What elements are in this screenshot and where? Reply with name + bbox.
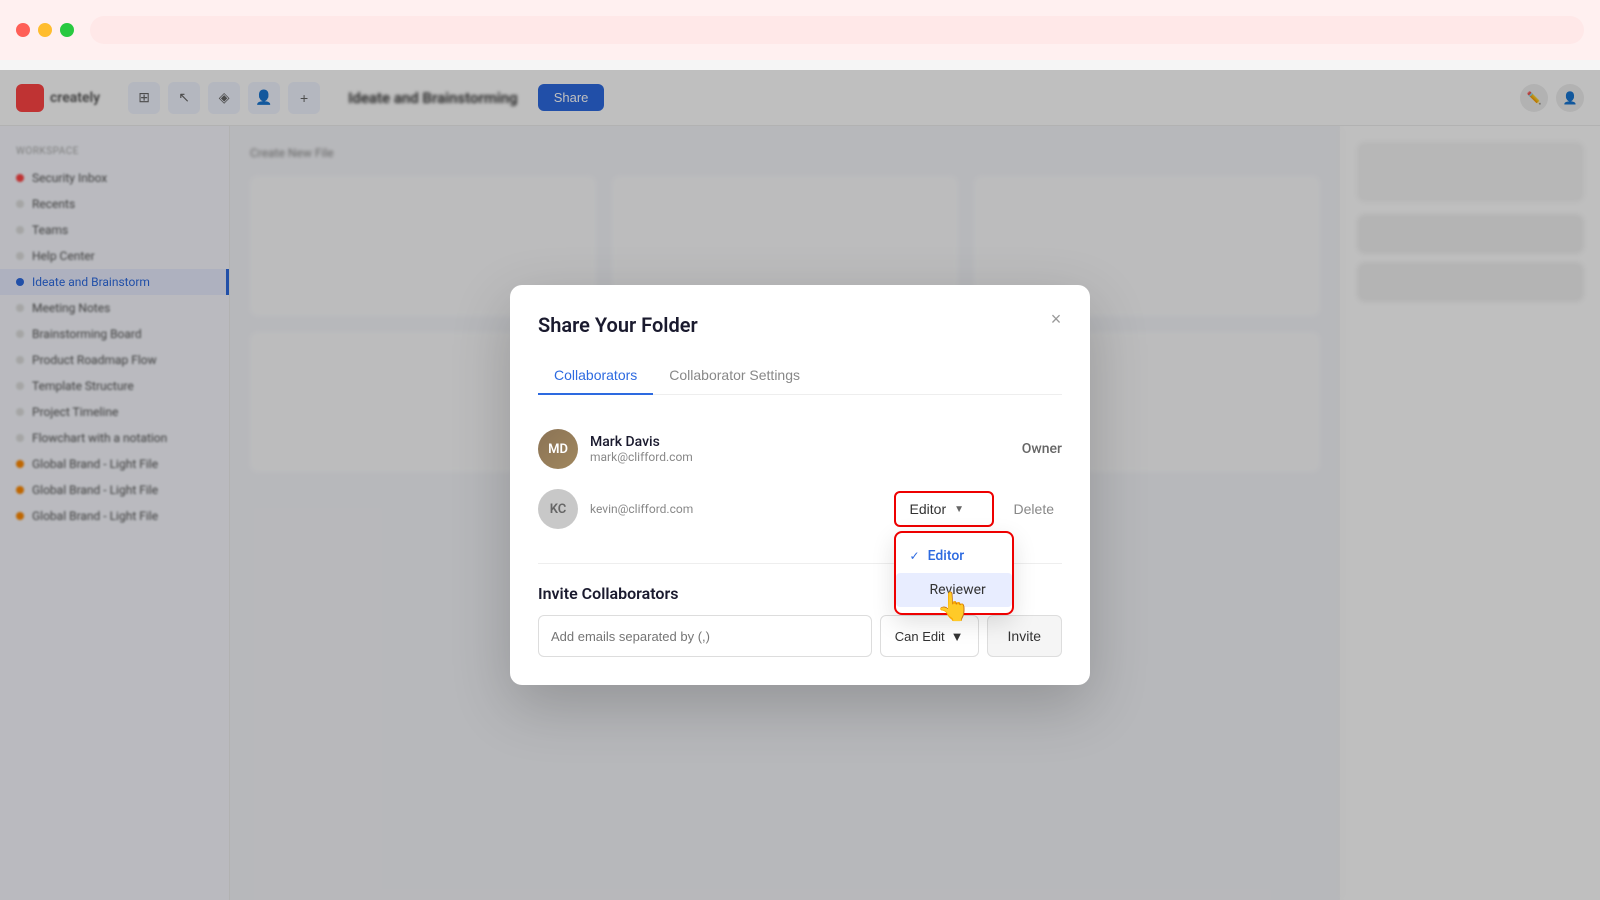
role-dropdown-menu: ✓ Editor Reviewer 👆 xyxy=(894,531,1014,615)
share-folder-modal: Share Your Folder × Collaborators Collab… xyxy=(510,285,1090,685)
modal-tabs: Collaborators Collaborator Settings xyxy=(538,357,1062,395)
role-current-label: Editor xyxy=(910,501,947,517)
check-icon: ✓ xyxy=(910,549,920,563)
collab-role-mark: Owner xyxy=(1022,441,1062,457)
collab-info-kevin: kevin@clifford.com xyxy=(590,502,882,516)
role-dropdown-kevin: Editor ▼ ✓ Editor Reviewer xyxy=(894,491,994,527)
collaborator-row-mark: MD Mark Davis mark@clifford.com Owner xyxy=(538,419,1062,479)
modal-title: Share Your Folder xyxy=(538,313,1062,337)
role-option-editor-label: Editor xyxy=(928,548,965,564)
role-option-reviewer-label: Reviewer xyxy=(930,582,986,598)
can-edit-chevron-icon: ▼ xyxy=(951,629,964,644)
invite-email-input[interactable] xyxy=(538,615,872,657)
tab-collaborator-settings[interactable]: Collaborator Settings xyxy=(653,357,816,395)
invite-row: Can Edit ▼ Invite xyxy=(538,615,1062,657)
avatar-kevin: KC xyxy=(538,489,578,529)
collaborator-row-kevin: KC kevin@clifford.com Editor ▼ ✓ Ed xyxy=(538,479,1062,539)
collab-info-mark: Mark Davis mark@clifford.com xyxy=(590,434,1010,464)
collab-email-mark: mark@clifford.com xyxy=(590,450,1010,464)
tab-collaborators[interactable]: Collaborators xyxy=(538,357,653,395)
traffic-light-yellow[interactable] xyxy=(38,23,52,37)
traffic-light-green[interactable] xyxy=(60,23,74,37)
chevron-down-icon: ▼ xyxy=(954,504,964,515)
url-bar[interactable] xyxy=(90,16,1584,44)
role-dropdown-trigger[interactable]: Editor ▼ xyxy=(894,491,994,527)
modal-close-button[interactable]: × xyxy=(1042,305,1070,333)
avatar-mark: MD xyxy=(538,429,578,469)
invite-button[interactable]: Invite xyxy=(987,615,1062,657)
traffic-light-red[interactable] xyxy=(16,23,30,37)
role-option-reviewer[interactable]: Reviewer xyxy=(896,573,1012,607)
browser-top-bar xyxy=(0,0,1600,60)
collab-name-mark: Mark Davis xyxy=(590,434,1010,450)
can-edit-label: Can Edit xyxy=(895,629,945,644)
modal-overlay[interactable]: Share Your Folder × Collaborators Collab… xyxy=(0,70,1600,900)
can-edit-dropdown-button[interactable]: Can Edit ▼ xyxy=(880,615,979,657)
role-option-editor[interactable]: ✓ Editor xyxy=(896,539,1012,573)
app-window: creately ⊞ ↖ ◈ 👤 + Ideate and Brainstorm… xyxy=(0,70,1600,900)
delete-collaborator-button[interactable]: Delete xyxy=(1006,497,1062,521)
collab-email-kevin: kevin@clifford.com xyxy=(590,502,882,516)
